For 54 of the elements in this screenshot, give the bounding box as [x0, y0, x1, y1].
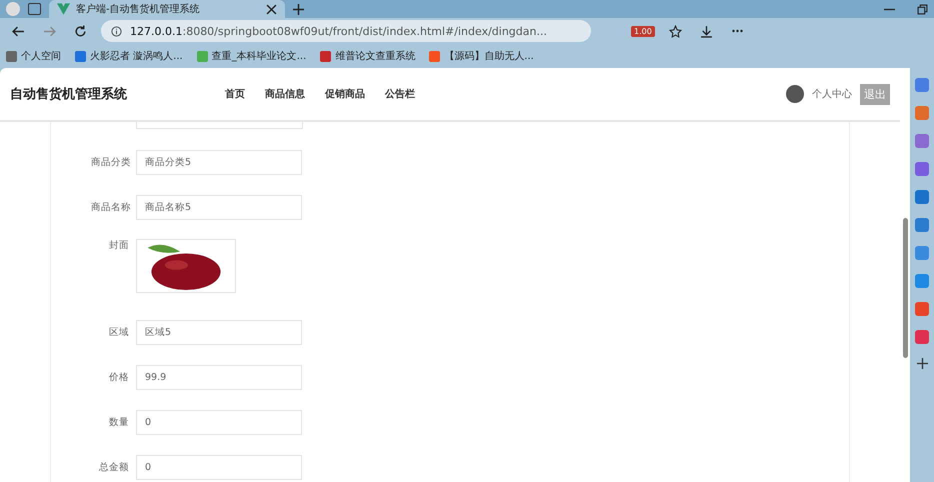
field-label: 价格	[108, 371, 129, 384]
bookmark-link[interactable]: 个人空间	[6, 49, 61, 63]
sidebar-app-icon[interactable]	[915, 330, 929, 344]
scrollbar-thumb[interactable]	[902, 218, 908, 358]
sidebar-app-icon[interactable]	[915, 78, 929, 92]
nav-link[interactable]: 首页	[225, 87, 245, 101]
address-field[interactable]: 127.0.0.1:8080/springboot08wf09ut/front/dist/index.html#/index/dingdan...	[101, 20, 591, 42]
bookmark-link[interactable]: 查重_本科毕业论文...	[196, 49, 306, 63]
input-field[interactable]: 0	[136, 455, 302, 480]
input-field[interactable]	[136, 122, 303, 129]
field-label: 封面	[108, 239, 129, 252]
field-label: 数量	[108, 416, 129, 429]
bookmark-link[interactable]: 维普论文查重系统	[320, 49, 416, 63]
forward-icon[interactable]	[43, 24, 56, 38]
sidebar-app-icon[interactable]	[915, 190, 929, 204]
bookmark-link[interactable]: 【源码】自助无人...	[429, 49, 534, 63]
input-field[interactable]: 商品分类5	[136, 150, 302, 175]
sidebar-app-icon[interactable]	[915, 218, 929, 232]
more-icon[interactable]	[730, 29, 744, 33]
star-icon[interactable]	[668, 24, 682, 38]
download-icon[interactable]	[700, 24, 713, 38]
new-tab-icon[interactable]	[293, 4, 304, 14]
profile-icon[interactable]	[6, 2, 20, 16]
browser-tab[interactable]: 客户端-自动售货机管理系统	[49, 0, 285, 18]
extension-badge[interactable]: 1.00	[631, 26, 655, 36]
input-field[interactable]: 0	[136, 410, 302, 435]
sidebar-app-icon[interactable]	[915, 302, 929, 316]
sidebar-app-icon[interactable]	[915, 106, 929, 120]
nav-link[interactable]: 商品信息	[265, 87, 305, 101]
input-field[interactable]: 商品名称5	[136, 195, 302, 220]
sidebar-app-icon[interactable]	[915, 162, 929, 176]
restore-icon[interactable]	[917, 4, 928, 14]
field-label: 总金额	[98, 461, 129, 474]
avatar-icon	[786, 85, 804, 103]
field-label: 商品名称	[91, 201, 129, 214]
sidebar-app-icon[interactable]	[915, 274, 929, 288]
back-icon[interactable]	[12, 24, 25, 38]
input-field[interactable]: 99.9	[136, 365, 302, 390]
reload-icon[interactable]	[74, 24, 87, 38]
sidebar-app-icon[interactable]	[915, 134, 929, 148]
site-title: 自动售货机管理系统	[10, 86, 127, 103]
field-label: 商品分类	[91, 156, 129, 169]
close-icon[interactable]	[266, 4, 277, 14]
tabs-icon[interactable]	[28, 3, 41, 15]
sidebar-app-icon[interactable]	[915, 246, 929, 260]
field-label: 区域	[108, 326, 129, 339]
v-logo-icon	[57, 3, 70, 15]
input-field[interactable]: 区域5	[136, 320, 302, 345]
info-icon[interactable]	[111, 26, 122, 36]
add-icon[interactable]	[916, 358, 928, 369]
nav-link[interactable]: 公告栏	[385, 87, 415, 101]
user-center-link[interactable]: 个人中心	[812, 87, 852, 101]
bookmark-link[interactable]: 火影忍者 漩涡鸣人...	[75, 49, 183, 63]
nav-link[interactable]: 促销商品	[325, 87, 365, 101]
